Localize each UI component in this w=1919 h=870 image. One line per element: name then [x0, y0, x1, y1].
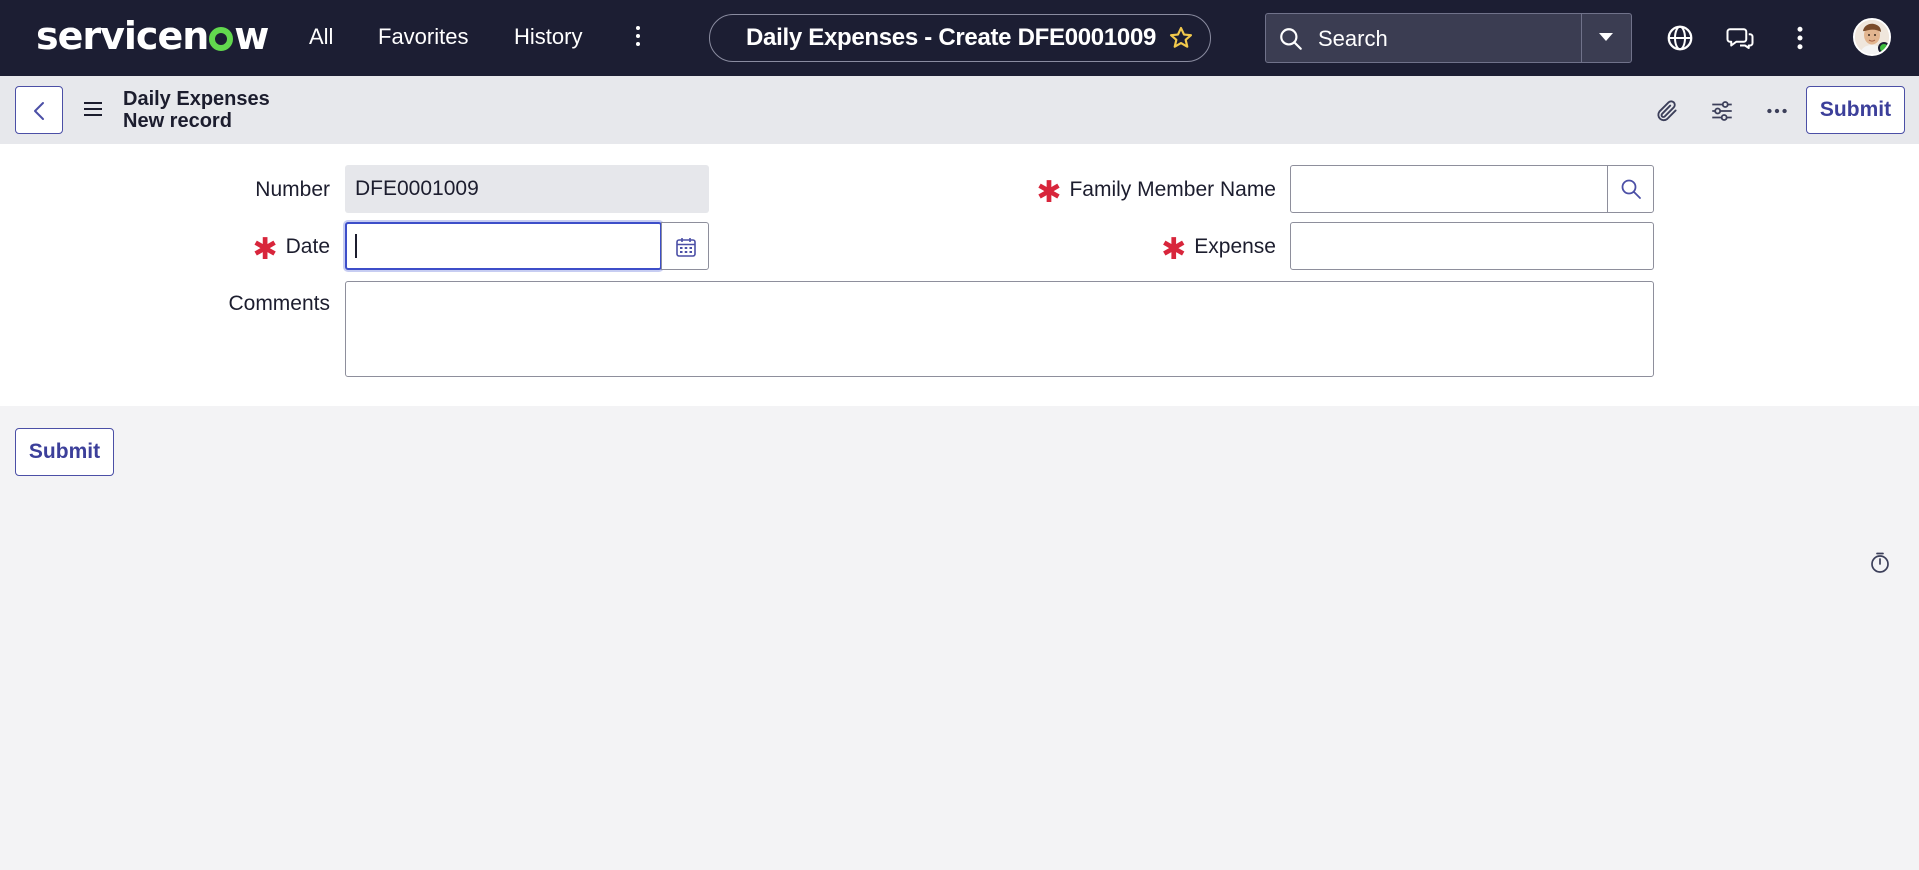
record-form: Number DFE0001009 ✱ Date Comments ✱ Family… — [0, 144, 1919, 406]
table-name: Daily Expenses — [123, 88, 270, 110]
back-button[interactable] — [15, 86, 63, 134]
search-scope-dropdown[interactable] — [1581, 14, 1631, 62]
calendar-icon — [676, 238, 696, 257]
logo-text-b: w — [234, 14, 269, 58]
back-icon — [34, 102, 44, 120]
number-label: Number — [255, 178, 330, 201]
globe-icon[interactable] — [1665, 22, 1695, 54]
required-indicator: ✱ — [1036, 176, 1062, 209]
family-member-lookup-button[interactable] — [1607, 165, 1654, 213]
expense-label-group: ✱ Expense — [1000, 235, 1276, 265]
logo-o-mark — [209, 27, 234, 51]
menu-icon[interactable] — [84, 102, 102, 116]
expense-input[interactable] — [1290, 222, 1654, 270]
date-picker-button[interactable] — [661, 222, 709, 270]
nav-favorites-menu[interactable]: Favorites — [378, 24, 468, 50]
stopwatch-icon[interactable] — [1870, 552, 1890, 574]
global-search[interactable]: Search — [1265, 13, 1632, 63]
chevron-down-icon — [1599, 33, 1613, 41]
date-label: Date — [285, 235, 330, 258]
required-indicator: ✱ — [252, 233, 278, 266]
family-member-input[interactable] — [1290, 165, 1608, 213]
search-icon — [1621, 179, 1641, 199]
nav-history-menu[interactable]: History — [514, 24, 582, 50]
user-avatar[interactable] — [1853, 18, 1891, 56]
expense-label: Expense — [1194, 235, 1276, 258]
search-placeholder: Search — [1318, 26, 1388, 51]
online-status-dot — [1878, 42, 1889, 54]
servicenow-logo[interactable]: servicen w — [36, 14, 269, 58]
nav-all-menu[interactable]: All — [309, 24, 333, 50]
record-title: Daily Expenses New record — [123, 88, 270, 132]
family-member-label-group: ✱ Family Member Name — [1000, 178, 1276, 208]
form-header: Daily Expenses New record Submit — [0, 76, 1919, 144]
chat-icon[interactable] — [1725, 22, 1755, 54]
family-member-label: Family Member Name — [1069, 178, 1276, 201]
settings-sliders-icon[interactable] — [1709, 98, 1735, 124]
page-title: Daily Expenses - Create DFE0001009 — [746, 24, 1157, 51]
date-label-group: ✱ Date — [200, 235, 331, 265]
comments-textarea[interactable] — [345, 281, 1654, 377]
required-indicator: ✱ — [1161, 233, 1187, 266]
more-vertical-icon[interactable] — [1785, 22, 1815, 54]
page-title-pill[interactable]: Daily Expenses - Create DFE0001009 — [709, 14, 1211, 62]
star-icon[interactable] — [1168, 25, 1194, 51]
search-icon — [1280, 28, 1302, 50]
text-cursor — [355, 234, 357, 258]
comments-label: Comments — [228, 292, 330, 315]
date-input[interactable] — [345, 222, 662, 270]
submit-button-header[interactable]: Submit — [1806, 86, 1905, 134]
number-field: DFE0001009 — [345, 165, 709, 213]
paperclip-icon[interactable] — [1654, 98, 1680, 124]
top-navigation-bar: servicen w All Favorites History Daily Ex… — [0, 0, 1919, 76]
more-horizontal-icon[interactable] — [1764, 98, 1790, 124]
record-label: New record — [123, 110, 232, 132]
logo-text-a: servicen — [36, 14, 209, 58]
more-vertical-icon[interactable] — [632, 26, 644, 50]
submit-button-footer[interactable]: Submit — [15, 428, 114, 476]
